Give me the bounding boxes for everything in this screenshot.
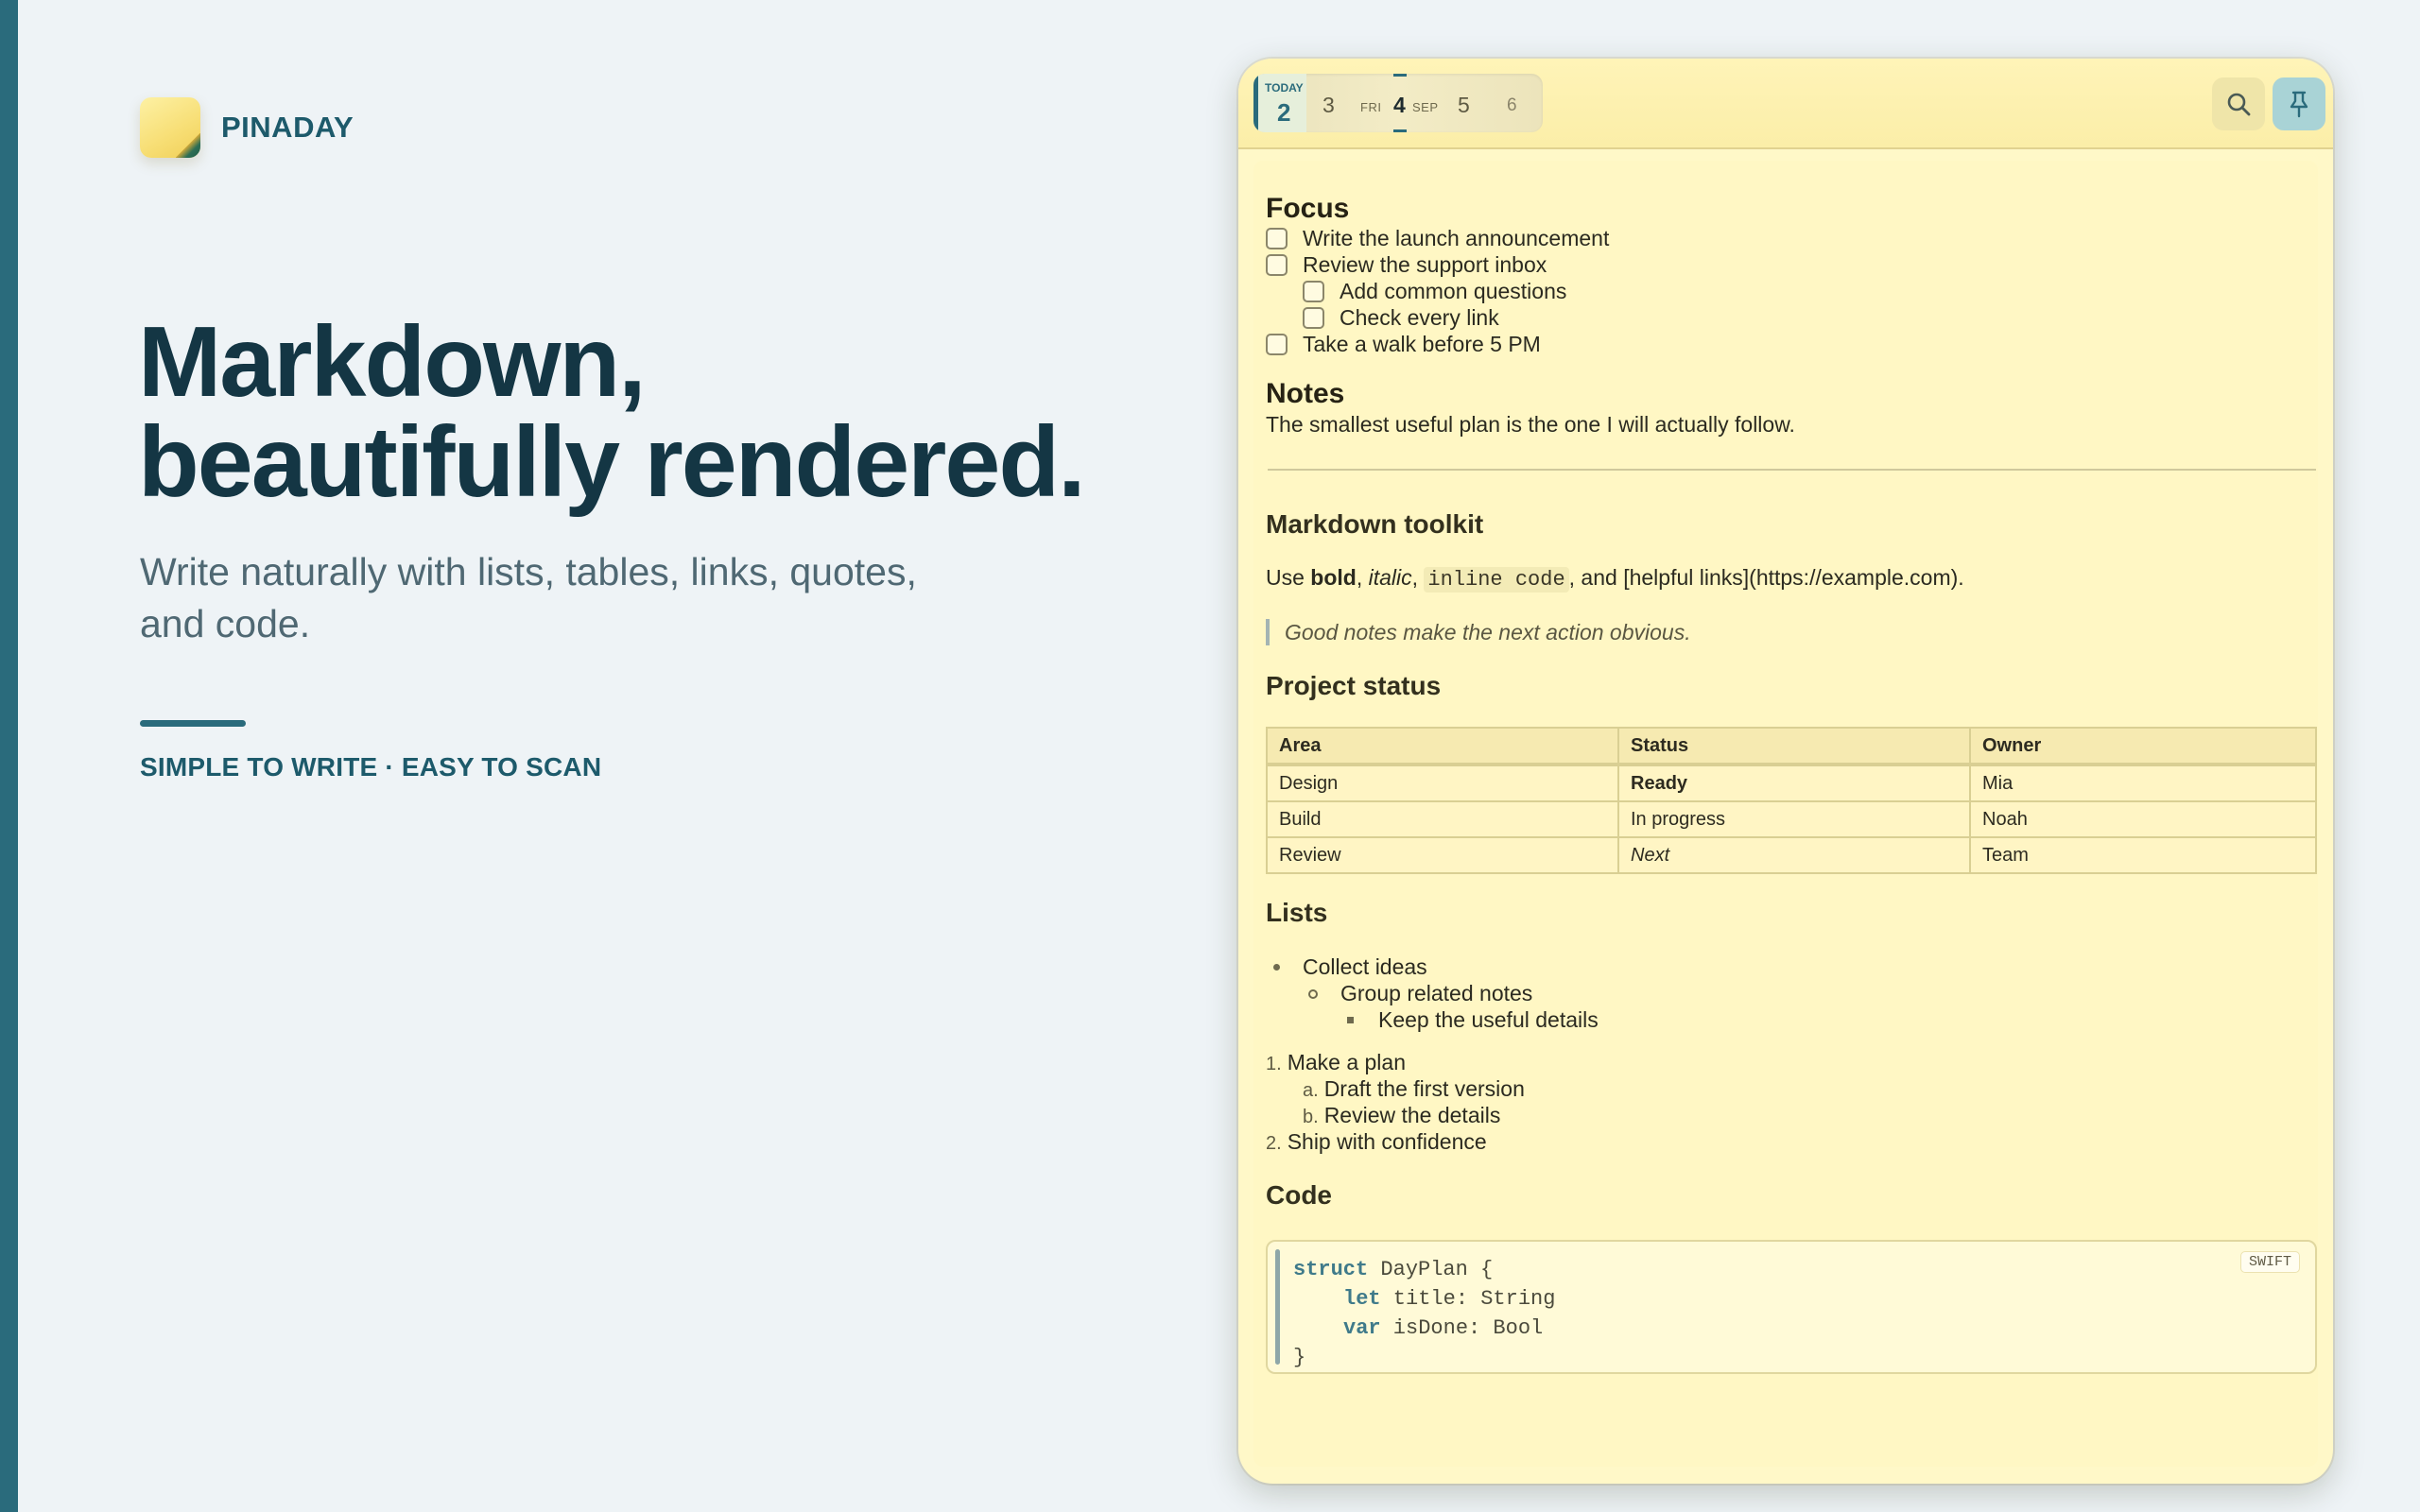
table-cell: Review [1266, 836, 1619, 874]
toolkit-heading: Markdown toolkit [1266, 509, 1484, 539]
column-header: Status [1617, 727, 1971, 766]
task-checkbox[interactable] [1303, 306, 1324, 329]
tagline: SIMPLE TO WRITE · EASY TO SCAN [140, 752, 602, 782]
code-block-wrap: SWIFT struct DayPlan { let title: String v… [1266, 1240, 2318, 1374]
toolkit-paragraph: Use bold, italic, inline code, and [help… [1266, 565, 1964, 593]
table-cell: Next [1617, 836, 1971, 874]
list-item: b. Review the details [1303, 1103, 1501, 1127]
bullet-circle [1308, 989, 1318, 999]
code-line: } [1293, 1346, 1306, 1369]
today-date-number: 2 [1277, 98, 1291, 127]
hero-title: Markdown, beautifully rendered. [138, 306, 1086, 518]
selected-month: SEP [1412, 100, 1439, 114]
code-block[interactable]: SWIFT struct DayPlan { let title: String v… [1266, 1240, 2317, 1374]
focus-heading: Focus [1266, 193, 1350, 224]
toolbar: TODAY 2 3 FRI 4 SEP 5 6 [1238, 59, 2333, 149]
code-lines: struct DayPlan { let title: String var isD… [1293, 1255, 1555, 1372]
table-cell: Design [1266, 764, 1619, 802]
hero-subtitle: Write naturally with lists, tables, link… [140, 550, 917, 645]
search-icon [2227, 93, 2251, 116]
table-cell: Ready [1617, 764, 1971, 802]
table-row: Design Ready Mia [1266, 764, 2317, 802]
lists-heading: Lists [1266, 898, 1328, 927]
code-line: let title: String [1343, 1287, 1556, 1311]
bullet-square [1347, 1017, 1354, 1023]
today-label: TODAY [1265, 81, 1304, 94]
pin-icon [2290, 91, 2308, 118]
table-cell: Noah [1969, 800, 2317, 838]
notes-text: The smallest useful plan is the one I wi… [1266, 412, 1795, 437]
code-accent-bar [1275, 1249, 1280, 1365]
selected-weekday: FRI [1360, 100, 1382, 114]
list-item: a. Draft the first version [1303, 1076, 1525, 1101]
date-6[interactable]: 6 [1507, 95, 1517, 116]
list-item: Group related notes [1266, 980, 2318, 1006]
list-item: 1. Make a plan [1266, 1050, 1406, 1074]
project-status-heading: Project status [1266, 671, 1442, 700]
task-checkbox[interactable] [1303, 280, 1324, 302]
code-line: struct DayPlan { [1293, 1258, 1494, 1281]
brand-name: PINADAY [221, 111, 354, 144]
task-checkbox[interactable] [1266, 253, 1288, 276]
bullet-disc [1273, 964, 1280, 971]
table-header-row: Area Status Owner [1266, 727, 2317, 766]
hero-line-1: Markdown, [138, 306, 647, 418]
list-item: Keep the useful details [1266, 1006, 2318, 1033]
date-3[interactable]: 3 [1322, 93, 1335, 118]
horizontal-rule [1268, 469, 2316, 471]
code-language-badge: SWIFT [2239, 1251, 2300, 1273]
table-cell: Team [1969, 836, 2317, 874]
app-logo-icon [140, 97, 200, 158]
task-item[interactable]: Check every link [1266, 304, 2318, 331]
app-window: TODAY 2 3 FRI 4 SEP 5 6 Focus Write the … [1238, 59, 2333, 1484]
table-row: Review Next Team [1266, 836, 2317, 874]
table-cell: In progress [1617, 800, 1971, 838]
today-date-chip[interactable]: TODAY 2 [1253, 74, 1306, 132]
pin-button[interactable] [2273, 77, 2325, 130]
date-selected[interactable]: 4 [1393, 93, 1406, 118]
blockquote: Good notes make the next action obvious. [1266, 619, 2318, 645]
task-item[interactable]: Add common questions [1266, 278, 2318, 304]
date-strip[interactable]: TODAY 2 3 FRI 4 SEP 5 6 [1253, 74, 1543, 132]
task-checkbox[interactable] [1266, 333, 1288, 355]
selected-tick-top [1393, 74, 1407, 77]
bullet-list: Collect ideas Group related notes Keep t… [1266, 954, 2318, 1033]
ordered-list: 1. Make a plan a. Draft the first version … [1266, 1049, 2318, 1155]
task-item[interactable]: Take a walk before 5 PM [1266, 331, 2318, 357]
selected-tick-bottom [1393, 129, 1407, 132]
code-line: var isDone: Bool [1343, 1316, 1544, 1340]
table-row: Build In progress Noah [1266, 800, 2317, 838]
date-5[interactable]: 5 [1458, 93, 1470, 118]
column-header: Area [1266, 727, 1619, 766]
task-item[interactable]: Review the support inbox [1266, 251, 2318, 278]
brand: PINADAY [140, 97, 354, 158]
left-edge-bar [0, 0, 18, 1512]
column-header: Owner [1969, 727, 2317, 766]
table-cell: Build [1266, 800, 1619, 838]
list-item: 2. Ship with confidence [1266, 1129, 1487, 1154]
table-cell: Mia [1969, 764, 2317, 802]
note-body[interactable]: Focus Write the launch announcement Revi… [1266, 193, 2318, 1374]
hero-line-2: beautifully rendered. [138, 406, 1086, 518]
task-checkbox[interactable] [1266, 227, 1288, 249]
code-heading: Code [1266, 1180, 1332, 1210]
task-item[interactable]: Write the launch announcement [1266, 225, 2318, 251]
accent-rule [140, 720, 246, 727]
list-item: Collect ideas [1266, 954, 2318, 980]
notes-heading: Notes [1266, 378, 1345, 409]
project-status-table: Area Status Owner Design Ready Mia Build… [1266, 727, 2317, 874]
search-button[interactable] [2212, 77, 2265, 130]
